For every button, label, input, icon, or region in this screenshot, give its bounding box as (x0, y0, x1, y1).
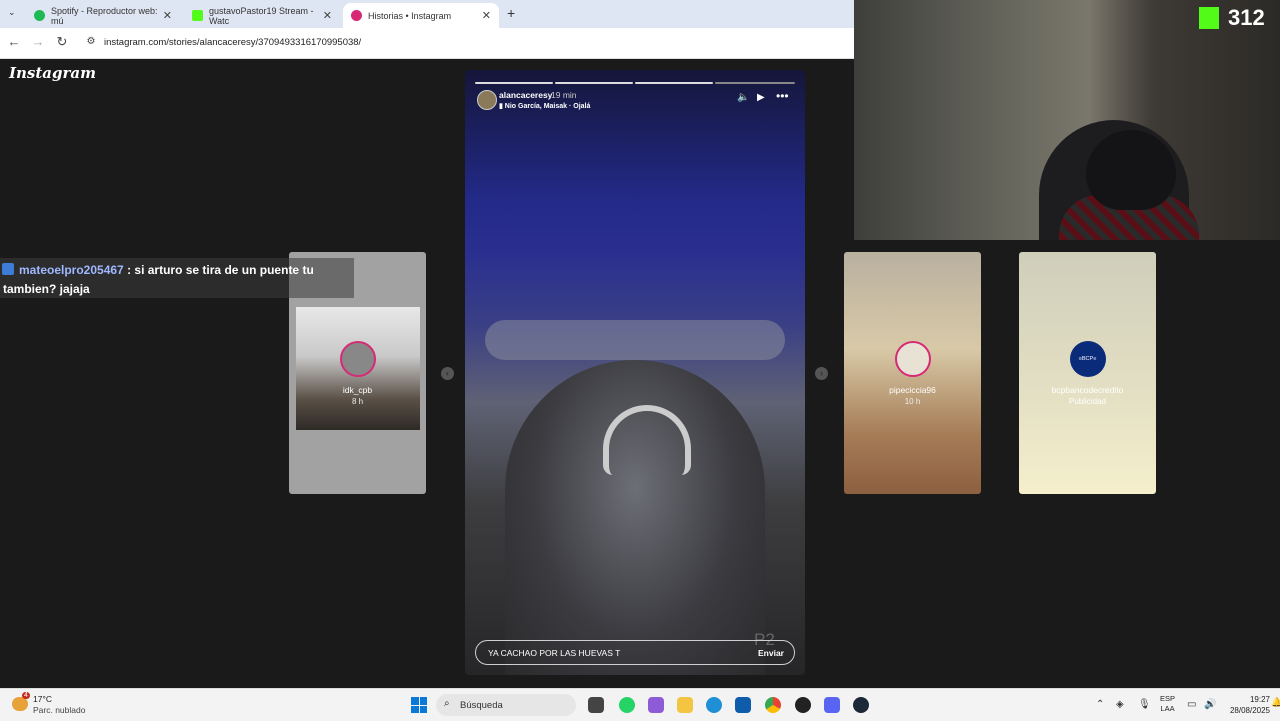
story-username: bcpbancodecredito (1051, 385, 1124, 395)
instagram-logo[interactable]: Instagram (9, 64, 96, 82)
copilot-icon[interactable] (648, 697, 664, 713)
new-tab-button[interactable]: + (507, 5, 515, 21)
next-story-button[interactable]: › (815, 367, 828, 380)
clock[interactable]: 19:27 28/08/2025 (1225, 694, 1270, 716)
show-hidden-icons-icon[interactable]: ⌃ (1096, 699, 1104, 710)
tab-instagram[interactable]: Historias • Instagram ✕ (343, 3, 499, 28)
reply-input[interactable]: YA CACHAO POR LAS HUEVAS T Enviar (475, 640, 795, 665)
kick-icon (192, 10, 203, 21)
reload-icon[interactable]: ↻ (53, 34, 71, 50)
viewer-count: 312 (1228, 5, 1265, 30)
mute-icon[interactable]: 🔈 (737, 92, 749, 103)
tab-list-chevron-icon[interactable]: ⌄ (8, 7, 16, 18)
story-viewer[interactable]: alancaceresy 19 min ▮ Nio García, Maisak… (465, 70, 805, 675)
weather-temperature[interactable]: 17°C (33, 694, 52, 704)
back-arrow-icon[interactable]: ← (5, 34, 23, 49)
forward-arrow-icon[interactable]: → (29, 34, 47, 49)
chat-username: mateoelpro205467 (19, 263, 124, 277)
previous-story-button[interactable]: ‹ (441, 367, 454, 380)
story-progress-segment (635, 82, 713, 84)
file-explorer-icon[interactable] (677, 697, 693, 713)
avatar[interactable] (477, 90, 497, 110)
language-indicator[interactable]: ESP LAA (1160, 694, 1175, 714)
search-placeholder: Búsqueda (460, 700, 503, 711)
taskbar: 4 17°C Parc. nublado ⌕ Búsqueda ⌃ ◈ 🎙 ES… (0, 688, 1280, 721)
whatsapp-icon[interactable] (619, 697, 635, 713)
language: ESP (1160, 694, 1176, 703)
music-title: Nio García, Maisak · Ojalá (504, 103, 591, 110)
obs-icon[interactable] (795, 697, 811, 713)
story-time: 8 h (351, 397, 364, 406)
notification-bell-icon[interactable]: 🔔 (1271, 697, 1280, 708)
search-icon: ⌕ (444, 698, 450, 709)
story-username: idk_cpb (342, 385, 373, 395)
story-progress-segment (715, 82, 795, 84)
search-box[interactable]: ⌕ Búsqueda (436, 694, 576, 716)
tab-spotify[interactable]: Spotify - Reproductor web: mú ✕ (26, 3, 180, 28)
close-tab-icon[interactable]: ✕ (482, 9, 491, 22)
edge-icon[interactable] (706, 697, 722, 713)
spotify-icon (34, 10, 45, 21)
story-time: 19 min (551, 90, 577, 100)
story-music[interactable]: ▮ Nio García, Maisak · Ojalá (499, 102, 590, 110)
story-username[interactable]: alancaceresy (499, 90, 552, 100)
bcp-logo: ≡BCP≡ (1069, 341, 1106, 377)
avatar (339, 341, 376, 377)
steam-icon[interactable] (853, 697, 869, 713)
time: 19:27 (1249, 695, 1270, 704)
chat-message: mateoelpro205467 : si arturo se tira de … (3, 261, 333, 299)
instagram-icon (351, 10, 362, 21)
display-icon[interactable]: ▭ (1187, 699, 1196, 710)
close-tab-icon[interactable]: ✕ (323, 9, 332, 22)
weather-icon[interactable] (12, 697, 28, 711)
send-button[interactable]: Enviar (758, 648, 784, 658)
tab-title: Historias • Instagram (368, 10, 452, 21)
gym-machine-image (485, 320, 785, 360)
webcam-overlay (854, 0, 1280, 240)
story-progress-segment (475, 82, 553, 84)
start-button[interactable] (411, 697, 427, 713)
kick-logo-icon (1199, 7, 1219, 29)
streamer-cap-image (1086, 130, 1176, 210)
close-tab-icon[interactable]: ✕ (163, 9, 172, 22)
url-field[interactable]: instagram.com/stories/alancaceresy/37094… (104, 37, 361, 48)
site-info-icon[interactable]: ⚙ (82, 36, 100, 47)
avatar (894, 341, 931, 377)
discord-icon[interactable] (824, 697, 840, 713)
sponsored-label: Publicidad (1069, 397, 1106, 406)
task-view-icon[interactable] (588, 697, 604, 713)
reply-text: YA CACHAO POR LAS HUEVAS T (488, 648, 621, 658)
keyboard-layout: LAA (1160, 704, 1175, 713)
volume-icon[interactable]: 🔊 (1204, 699, 1216, 710)
weather-description[interactable]: Parc. nublado (33, 705, 85, 715)
more-options-icon[interactable]: ••• (776, 89, 789, 103)
address-bar: ← → ↻ ⚙ instagram.com/stories/alancacere… (0, 28, 854, 59)
story-username: pipeciccia96 (889, 385, 936, 395)
store-icon[interactable] (735, 697, 751, 713)
date: 28/08/2025 (1229, 706, 1270, 715)
tab-title: gustavoPastor19 Stream - Watc (209, 5, 314, 26)
story-progress-segment (555, 82, 633, 84)
network-icon[interactable]: ◈ (1116, 699, 1124, 710)
story-card-bcp[interactable]: ≡BCP≡ bcpbancodecredito Publicidad (1019, 252, 1156, 494)
play-icon[interactable]: ▶ (757, 92, 765, 103)
story-time: 10 h (904, 397, 921, 406)
chrome-icon[interactable] (765, 697, 781, 713)
tab-kick-stream[interactable]: gustavoPastor19 Stream - Watc ✕ (184, 3, 340, 28)
browser-tab-bar: ⌄ Spotify - Reproductor web: mú ✕ gustav… (0, 0, 854, 28)
weather-badge: 4 (22, 692, 30, 699)
microphone-icon[interactable]: 🎙 (1138, 699, 1151, 710)
story-card-pipeciccia96[interactable]: pipeciccia96 10 h (844, 252, 981, 494)
tab-title: Spotify - Reproductor web: mú (51, 5, 158, 26)
